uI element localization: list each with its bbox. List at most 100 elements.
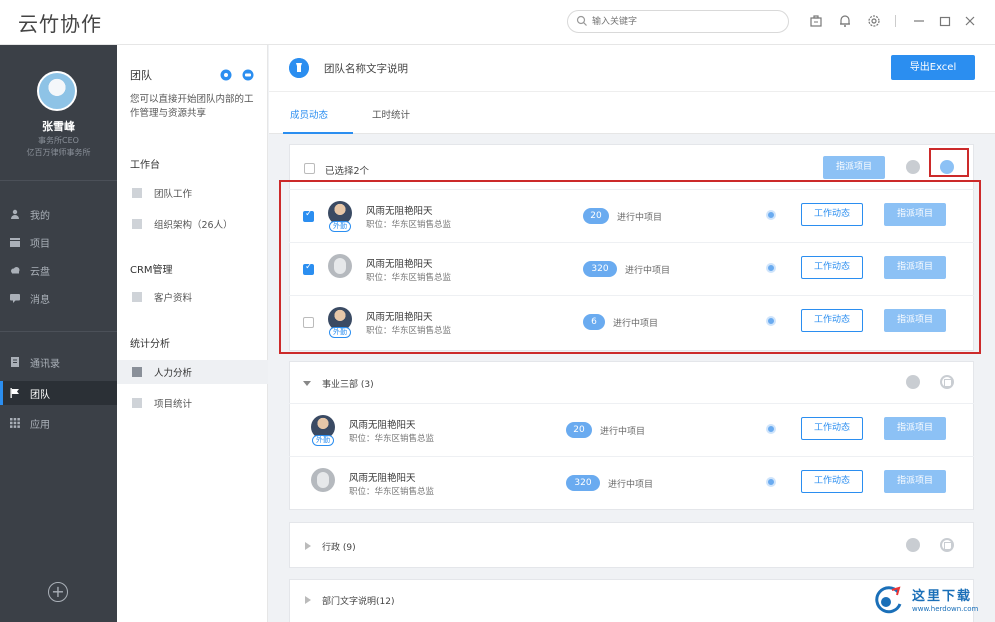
sidebar: 张雪峰 事务所CEO 亿百万律师事务所 我的 项目 云盘 消息 通讯录 团队 应… [0,45,117,622]
table-row: 外勤 风雨无阻艳阳天职位：华东区销售总监 20 进行中项目 工作动态指派项目 [289,403,974,455]
group-label: 部门文字说明(12) [322,597,395,607]
search-box[interactable] [567,10,789,33]
status-dot-icon[interactable] [766,316,776,326]
status-dot-icon[interactable] [766,263,776,273]
panel-description: 您可以直接开始团队内部的工作管理与资源共享 [130,94,254,119]
user-role: 事务所CEO [38,136,79,145]
panel-item-project-stats[interactable]: 项目统计 [117,391,268,415]
work-activity-button[interactable]: 工作动态 [801,417,863,440]
panel-item-label: 人力分析 [154,368,193,379]
sidebar-item-mine[interactable]: 我的 [0,202,117,226]
member-name: 风雨无阻艳阳天 [349,473,416,484]
panel-item-team-work[interactable]: 团队工作 [117,181,268,205]
square-icon [132,292,142,302]
square-icon [132,219,142,229]
assign-project-button[interactable]: 指派项目 [884,417,946,440]
square-circle-icon[interactable] [940,375,954,389]
work-activity-button[interactable]: 工作动态 [801,203,863,226]
status-dot-icon[interactable] [766,477,776,487]
panel-item-label: 客户资料 [154,293,193,304]
assign-project-button[interactable]: 指派项目 [884,256,946,279]
tab-member-activity[interactable]: 成员动态 [290,107,328,121]
selected-count: 已选择2个 [325,166,370,177]
gear-icon[interactable] [220,69,232,81]
panel-item-label: 组织架构（26人） [154,220,233,231]
assign-project-button[interactable]: 指派项目 [884,309,946,332]
group-label: 事业三部 (3) [322,380,374,390]
search-input[interactable] [592,13,782,30]
watermark-url: www.herdown.com [912,605,979,613]
close-icon[interactable] [962,13,978,29]
work-activity-button[interactable]: 工作动态 [801,470,863,493]
row-checkbox[interactable] [303,262,314,275]
caret-right-icon[interactable] [305,542,311,550]
search-icon [576,15,587,26]
briefcase-icon[interactable] [808,13,824,29]
section-workbench: 工作台 [130,160,160,171]
square-icon [132,398,142,408]
status-dot-icon[interactable] [766,210,776,220]
gray-circle-icon[interactable] [906,375,920,389]
panel-item-org[interactable]: 组织架构（26人） [117,212,268,236]
sidebar-item-contacts[interactable]: 通讯录 [0,350,117,374]
settings-icon[interactable] [866,13,882,29]
tabs: 成员动态 工时统计 [269,92,995,134]
assign-project-button[interactable]: 指派项目 [884,470,946,493]
panel-item-label: 团队工作 [154,189,193,200]
member-name: 风雨无阻艳阳天 [366,259,433,270]
minimize-icon[interactable] [911,13,927,29]
collapse-icon[interactable] [940,160,954,174]
toolbar-separator [895,15,896,27]
sidebar-item-team[interactable]: 团队 [0,381,117,405]
row-checkbox[interactable] [303,209,314,222]
flag-icon [10,388,19,398]
export-excel-button[interactable]: 导出Excel [891,55,975,80]
gray-circle-icon[interactable] [906,160,920,174]
watermark-logo-icon [875,586,902,614]
work-activity-button[interactable]: 工作动态 [801,309,863,332]
select-all-checkbox[interactable] [304,163,315,174]
user-org: 亿百万律师事务所 [26,148,91,157]
section-stats: 统计分析 [130,339,170,350]
member-position: 职位：华东区销售总监 [366,273,452,283]
project-count-badge: 20 [566,422,592,438]
sidebar-item-label: 项目 [30,238,50,250]
projects-in-progress-label: 进行中项目 [613,319,659,329]
square-circle-icon[interactable] [940,538,954,552]
sidebar-item-label: 通讯录 [30,358,60,370]
sidebar-item-messages[interactable]: 消息 [0,286,117,310]
out-badge: 外勤 [329,327,351,338]
maximize-icon[interactable] [937,13,953,29]
sidebar-divider [0,331,117,332]
projects-in-progress-label: 进行中项目 [608,480,654,490]
add-button[interactable]: + [48,582,68,602]
caret-down-icon[interactable] [303,379,311,387]
member-name: 风雨无阻艳阳天 [349,420,416,431]
assign-project-button[interactable]: 指派项目 [823,156,885,179]
contacts-icon [11,357,19,367]
project-count-badge: 320 [566,475,600,491]
square-icon [132,367,142,377]
bell-icon[interactable] [837,13,853,29]
tab-underline [283,132,353,134]
sidebar-item-label: 云盘 [30,266,50,278]
chat-icon[interactable] [242,69,254,81]
sidebar-item-cloud[interactable]: 云盘 [0,258,117,282]
status-dot-icon[interactable] [766,424,776,434]
gray-circle-icon[interactable] [906,538,920,552]
sidebar-item-projects[interactable]: 项目 [0,230,117,254]
sidebar-item-apps[interactable]: 应用 [0,411,117,435]
out-badge: 外勤 [329,221,351,232]
panel-item-customers[interactable]: 客户资料 [117,285,268,309]
tab-work-hours[interactable]: 工时统计 [372,107,410,121]
sidebar-item-label: 消息 [30,294,50,306]
work-activity-button[interactable]: 工作动态 [801,256,863,279]
avatar[interactable] [37,71,77,111]
avatar [311,468,335,492]
row-checkbox[interactable] [303,317,314,328]
member-position: 职位：华东区销售总监 [366,326,452,336]
project-count-badge: 20 [583,208,609,224]
caret-right-icon[interactable] [305,596,311,604]
panel-item-hr[interactable]: 人力分析 [117,360,268,384]
assign-project-button[interactable]: 指派项目 [884,203,946,226]
